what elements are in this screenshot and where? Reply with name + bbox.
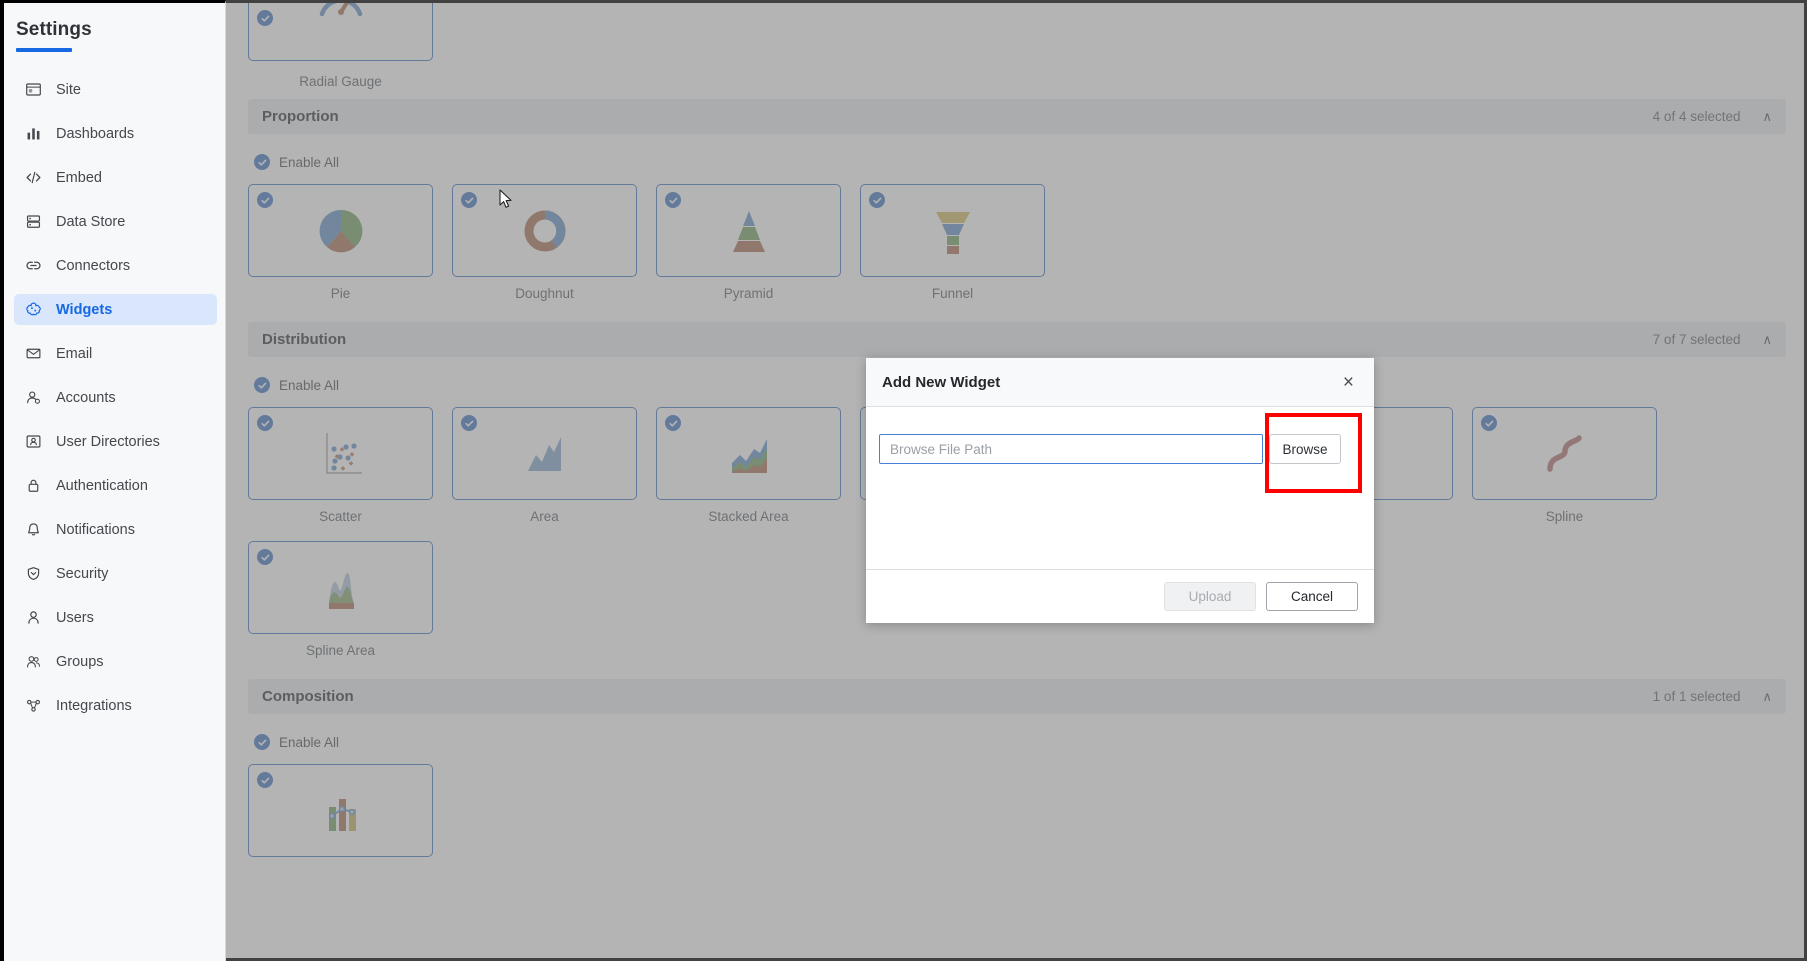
shield-icon [24,565,42,583]
lock-icon [24,477,42,495]
sidebar-item-notifications[interactable]: Notifications [14,514,217,545]
accounts-icon [24,389,42,407]
bell-icon [24,521,42,539]
dialog-footer: Upload Cancel [866,569,1374,623]
group-icon [24,653,42,671]
sidebar-item-embed[interactable]: Embed [14,162,217,193]
widgets-icon [24,301,42,319]
dialog-header: Add New Widget × [866,358,1374,407]
file-path-input[interactable] [879,434,1263,464]
sidebar-item-label: User Directories [56,433,160,450]
sidebar-nav: Site Dashboards Embed Data Store Connectors W… [4,74,225,721]
sidebar-item-groups[interactable]: Groups [14,646,217,677]
sidebar-item-connectors[interactable]: Connectors [14,250,217,281]
site-icon [24,81,42,99]
settings-page: Settings Site Dashboards Embed Data Store Co… [0,0,1807,961]
user-directories-icon [24,433,42,451]
sidebar-item-security[interactable]: Security [14,558,217,589]
sidebar-item-dashboards[interactable]: Dashboards [14,118,217,149]
sidebar-item-label: Groups [56,653,104,670]
sidebar-item-email[interactable]: Email [14,338,217,369]
sidebar-item-data-store[interactable]: Data Store [14,206,217,237]
sidebar-item-label: Data Store [56,213,126,230]
sidebar: Settings Site Dashboards Embed Data Store Co… [0,0,226,961]
sidebar-header: Settings [4,11,225,52]
sidebar-item-authentication[interactable]: Authentication [14,470,217,501]
sidebar-item-label: Site [56,81,81,98]
sidebar-item-label: Dashboards [56,125,135,142]
integrations-icon [24,697,42,715]
sidebar-item-widgets[interactable]: Widgets [14,294,217,325]
sidebar-item-label: Users [56,609,94,626]
data-store-icon [24,213,42,231]
sidebar-item-accounts[interactable]: Accounts [14,382,217,413]
close-icon[interactable]: × [1339,371,1358,394]
link-icon [24,257,42,275]
sidebar-item-label: Security [56,565,109,582]
sidebar-item-site[interactable]: Site [14,74,217,105]
envelope-icon [24,345,42,363]
dashboards-icon [24,125,42,143]
sidebar-item-label: Connectors [56,257,131,274]
page-title: Settings [16,19,92,40]
sidebar-item-label: Widgets [56,301,113,318]
sidebar-item-label: Embed [56,169,102,186]
file-path-row: Browse [879,434,1358,464]
dialog-title: Add New Widget [882,373,1001,391]
user-icon [24,609,42,627]
dialog-body: Browse [866,407,1374,569]
sidebar-item-label: Email [56,345,93,362]
embed-code-icon [24,169,42,187]
upload-button[interactable]: Upload [1164,582,1256,611]
sidebar-item-integrations[interactable]: Integrations [14,690,217,721]
sidebar-item-label: Accounts [56,389,116,406]
browse-button[interactable]: Browse [1269,434,1341,464]
sidebar-item-user-directories[interactable]: User Directories [14,426,217,457]
sidebar-item-label: Authentication [56,477,148,494]
cancel-button[interactable]: Cancel [1266,582,1358,611]
sidebar-item-label: Notifications [56,521,135,538]
title-underline [16,48,72,52]
sidebar-item-users[interactable]: Users [14,602,217,633]
add-new-widget-dialog: Add New Widget × Browse Upload Cancel [866,358,1374,623]
sidebar-item-label: Integrations [56,697,132,714]
